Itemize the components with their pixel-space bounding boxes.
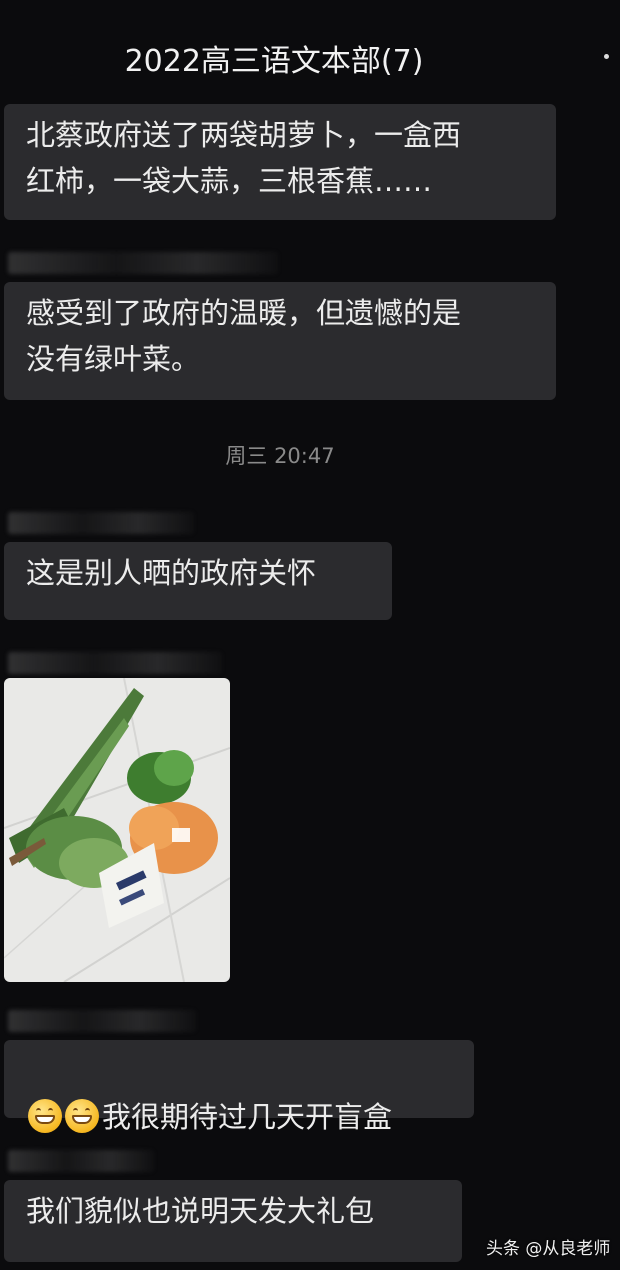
message-photo[interactable]: [4, 678, 230, 982]
grinning-face-icon: [65, 1099, 99, 1133]
sender-name-blurred: [8, 1010, 196, 1032]
message-bubble[interactable]: 我很期待过几天开盲盒: [4, 1040, 474, 1134]
watermark: 头条 @从良老师: [486, 1239, 611, 1259]
message-bubble[interactable]: 这是别人晒的政府关怀: [4, 542, 392, 620]
sender-name-blurred: [8, 512, 194, 534]
chat-title: 2022高三语文本部(7): [124, 44, 424, 79]
sender-name-blurred: [8, 652, 222, 674]
grinning-face-icon: [28, 1099, 62, 1133]
vegetables-photo: [4, 678, 230, 982]
more-options-icon[interactable]: [604, 54, 609, 59]
sender-name-blurred: [8, 1150, 154, 1172]
message-bubble[interactable]: 北蔡政府送了两袋胡萝卜，一盒西 红柿，一袋大蒜，三根香蕉……: [4, 104, 556, 220]
message-bubble[interactable]: 感受到了政府的温暖，但遗憾的是 没有绿叶菜。: [4, 282, 556, 400]
message-text: 我很期待过几天开盲盒: [102, 1100, 393, 1134]
message-bubble[interactable]: 我们貌似也说明天发大礼包: [4, 1180, 462, 1262]
timestamp: 周三 20:47: [225, 444, 335, 468]
sender-name-blurred: [8, 252, 278, 274]
